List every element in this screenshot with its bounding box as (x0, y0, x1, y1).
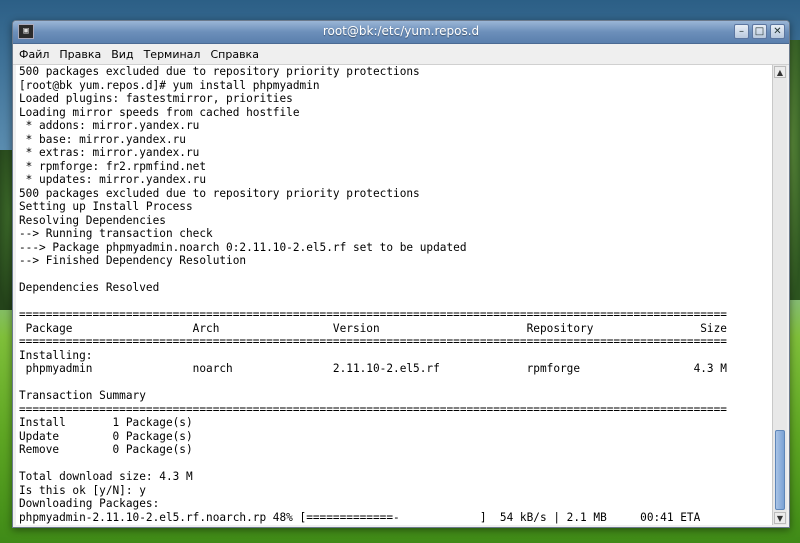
terminal-line: Is this ok [y/N]: y (19, 483, 146, 497)
terminal-line: Loading mirror speeds from cached hostfi… (19, 105, 300, 119)
terminal-window: ▣ root@bk:/etc/yum.repos.d – □ ✕ Файл Пр… (12, 20, 790, 528)
menu-view[interactable]: Вид (111, 48, 133, 61)
terminal-line: * extras: mirror.yandex.ru (19, 146, 200, 159)
terminal-area: 500 packages excluded due to repository … (16, 65, 787, 525)
menu-file[interactable]: Файл (19, 48, 49, 61)
terminal-line: Installing: (19, 348, 93, 362)
terminal-line: 500 packages excluded due to repository … (19, 65, 420, 78)
terminal-line: * addons: mirror.yandex.ru (19, 119, 200, 132)
menu-help[interactable]: Справка (210, 48, 258, 61)
terminal-line: Total download size: 4.3 M (19, 470, 193, 483)
terminal-line: Install 1 Package(s) (19, 416, 193, 429)
maximize-button[interactable]: □ (752, 24, 767, 39)
terminal-line: Dependencies Resolved (19, 281, 160, 294)
terminal-line: 500 packages excluded due to repository … (19, 186, 420, 200)
terminal-line: Loaded plugins: fastestmirror, prioritie… (19, 92, 293, 105)
terminal-line: phpmyadmin noarch 2.11.10-2.el5.rf rpmfo… (19, 362, 727, 375)
terminal-line: --> Running transaction check (19, 227, 213, 240)
menu-bar: Файл Правка Вид Терминал Справка (13, 44, 789, 65)
close-button[interactable]: ✕ (770, 24, 785, 39)
vertical-scrollbar[interactable]: ▲ ▼ (772, 65, 787, 525)
terminal-line: * rpmforge: fr2.rpmfind.net (19, 159, 207, 173)
scroll-down-button[interactable]: ▼ (774, 512, 786, 524)
terminal-line: Setting up Install Process (19, 200, 193, 213)
terminal-line: [root@bk yum.repos.d]# yum install phpmy… (19, 78, 320, 92)
terminal-line: * base: mirror.yandex.ru (19, 132, 186, 146)
terminal-line: phpmyadmin-2.11.10-2.el5.rf.noarch.rp 48… (19, 510, 701, 524)
terminal-line: Package Arch Version Repository Size (19, 321, 727, 335)
terminal-output[interactable]: 500 packages excluded due to repository … (16, 65, 772, 525)
terminal-line: Remove 0 Package(s) (19, 443, 193, 456)
menu-terminal[interactable]: Терминал (144, 48, 201, 61)
terminal-line: ========================================… (19, 308, 727, 321)
terminal-line: Resolving Dependencies (19, 213, 166, 227)
minimize-button[interactable]: – (734, 24, 749, 39)
terminal-line: ========================================… (19, 335, 727, 348)
menu-edit[interactable]: Правка (59, 48, 101, 61)
title-bar[interactable]: ▣ root@bk:/etc/yum.repos.d – □ ✕ (13, 21, 789, 44)
terminal-line: Downloading Packages: (19, 497, 160, 510)
window-controls: – □ ✕ (734, 24, 785, 39)
terminal-line: ---> Package phpmyadmin.noarch 0:2.11.10… (19, 240, 467, 254)
window-title: root@bk:/etc/yum.repos.d (322, 24, 480, 38)
terminal-line: --> Finished Dependency Resolution (19, 254, 247, 267)
scrollbar-thumb[interactable] (775, 430, 785, 510)
terminal-line: * updates: mirror.yandex.ru (19, 173, 207, 186)
scroll-up-button[interactable]: ▲ (774, 66, 786, 78)
terminal-line: ========================================… (19, 402, 727, 416)
terminal-line: Transaction Summary (19, 389, 146, 402)
terminal-line: Update 0 Package(s) (19, 429, 193, 443)
